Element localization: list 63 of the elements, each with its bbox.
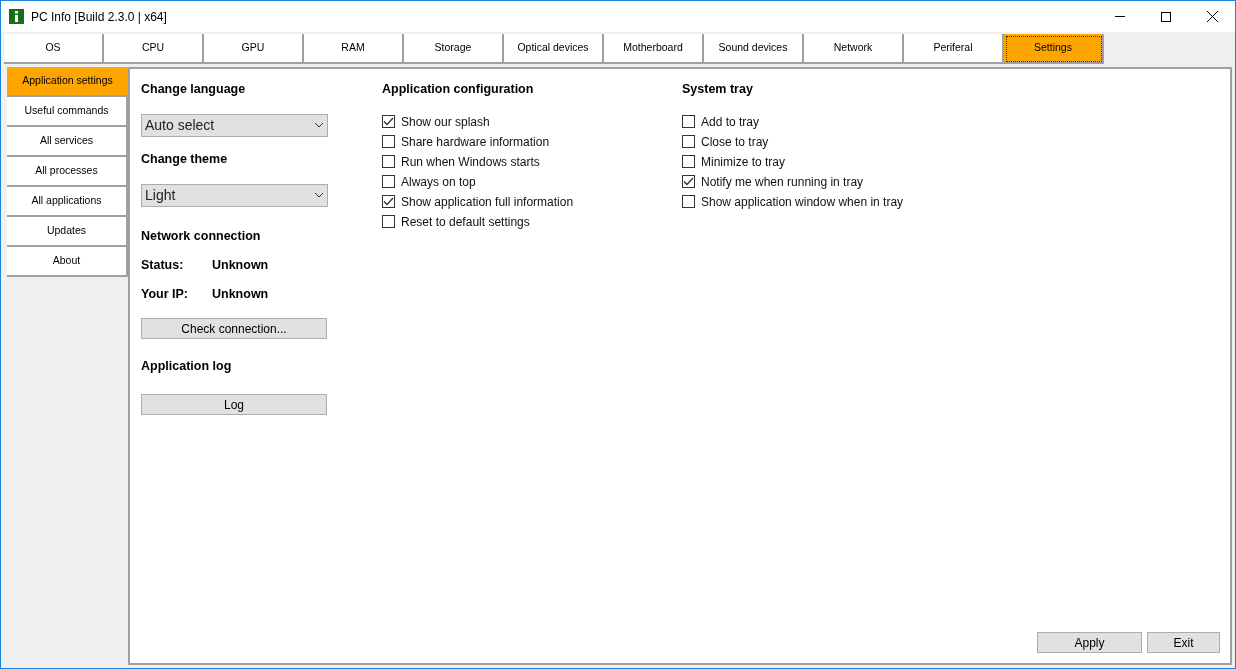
- info-logo-icon: [9, 9, 24, 24]
- field-value: Unknown: [212, 257, 269, 275]
- sidebar-item[interactable]: All processes: [7, 157, 128, 187]
- checkbox-label: Share hardware information: [401, 133, 550, 151]
- tab[interactable]: Optical devices: [504, 34, 604, 64]
- check-icon: [383, 117, 394, 127]
- button[interactable]: Log: [141, 394, 327, 415]
- checkbox[interactable]: [382, 215, 395, 229]
- sidebar-item[interactable]: All applications: [7, 187, 128, 217]
- sidebar-item[interactable]: Useful commands: [7, 97, 128, 127]
- checkbox[interactable]: [382, 135, 395, 149]
- checkbox-label: Close to tray: [701, 133, 769, 151]
- checkbox[interactable]: [382, 155, 395, 169]
- checkbox-label: Show our splash: [401, 113, 490, 131]
- section-heading: Network connection: [141, 227, 262, 245]
- dropdown[interactable]: Light: [141, 183, 328, 207]
- sidebar-item[interactable]: About: [7, 247, 128, 277]
- field-label: Your IP:: [141, 286, 189, 303]
- tab[interactable]: Sound devices: [704, 34, 804, 64]
- button[interactable]: Exit: [1147, 632, 1220, 653]
- chevron-down-icon: [314, 192, 324, 198]
- tab[interactable]: Periferal: [904, 34, 1004, 64]
- sidebar-item[interactable]: Application settings: [7, 67, 128, 97]
- tab[interactable]: Storage: [404, 34, 504, 64]
- sidebar-item[interactable]: All services: [7, 127, 128, 157]
- dropdown[interactable]: Auto select: [141, 113, 328, 137]
- chevron-down-icon: [314, 122, 324, 129]
- checkbox[interactable]: [382, 115, 395, 129]
- checkbox[interactable]: [682, 155, 695, 169]
- section-heading: Change language: [141, 81, 247, 98]
- checkbox-label: Minimize to tray: [701, 153, 786, 171]
- button[interactable]: Check connection...: [141, 318, 327, 340]
- checkbox[interactable]: [382, 195, 395, 209]
- tab[interactable]: Network: [804, 34, 904, 64]
- tab[interactable]: Motherboard: [604, 34, 704, 64]
- checkbox[interactable]: [682, 195, 695, 209]
- tab[interactable]: CPU: [104, 34, 204, 64]
- section-heading: Application configuration: [382, 81, 535, 98]
- checkbox[interactable]: [682, 115, 695, 129]
- checkbox-label: Notify me when running in tray: [701, 173, 864, 191]
- section-heading: Application log: [141, 357, 233, 375]
- window-title: PC Info [Build 2.3.0 | x64]: [31, 8, 167, 26]
- checkbox[interactable]: [682, 135, 695, 149]
- section-heading: Change theme: [141, 150, 229, 168]
- tab[interactable]: RAM: [304, 34, 404, 64]
- checkbox-label: Run when Windows starts: [401, 153, 540, 171]
- field-label: Status:: [141, 257, 185, 275]
- checkbox-label: Add to tray: [701, 113, 760, 131]
- tab[interactable]: Settings: [1004, 34, 1104, 64]
- checkbox-label: Reset to default settings: [401, 213, 530, 231]
- field-value: Unknown: [212, 286, 269, 303]
- section-heading: System tray: [682, 81, 754, 98]
- checkbox-label: Always on top: [401, 173, 476, 191]
- button[interactable]: Apply: [1037, 632, 1142, 653]
- tab[interactable]: OS: [4, 34, 104, 64]
- sidebar-item[interactable]: Updates: [7, 217, 128, 247]
- check-icon: [683, 177, 694, 187]
- check-icon: [383, 197, 394, 207]
- checkbox[interactable]: [682, 175, 695, 189]
- checkbox-label: Show application full information: [401, 193, 574, 211]
- checkbox-label: Show application window when in tray: [701, 193, 904, 211]
- checkbox[interactable]: [382, 175, 395, 189]
- tab[interactable]: GPU: [204, 34, 304, 64]
